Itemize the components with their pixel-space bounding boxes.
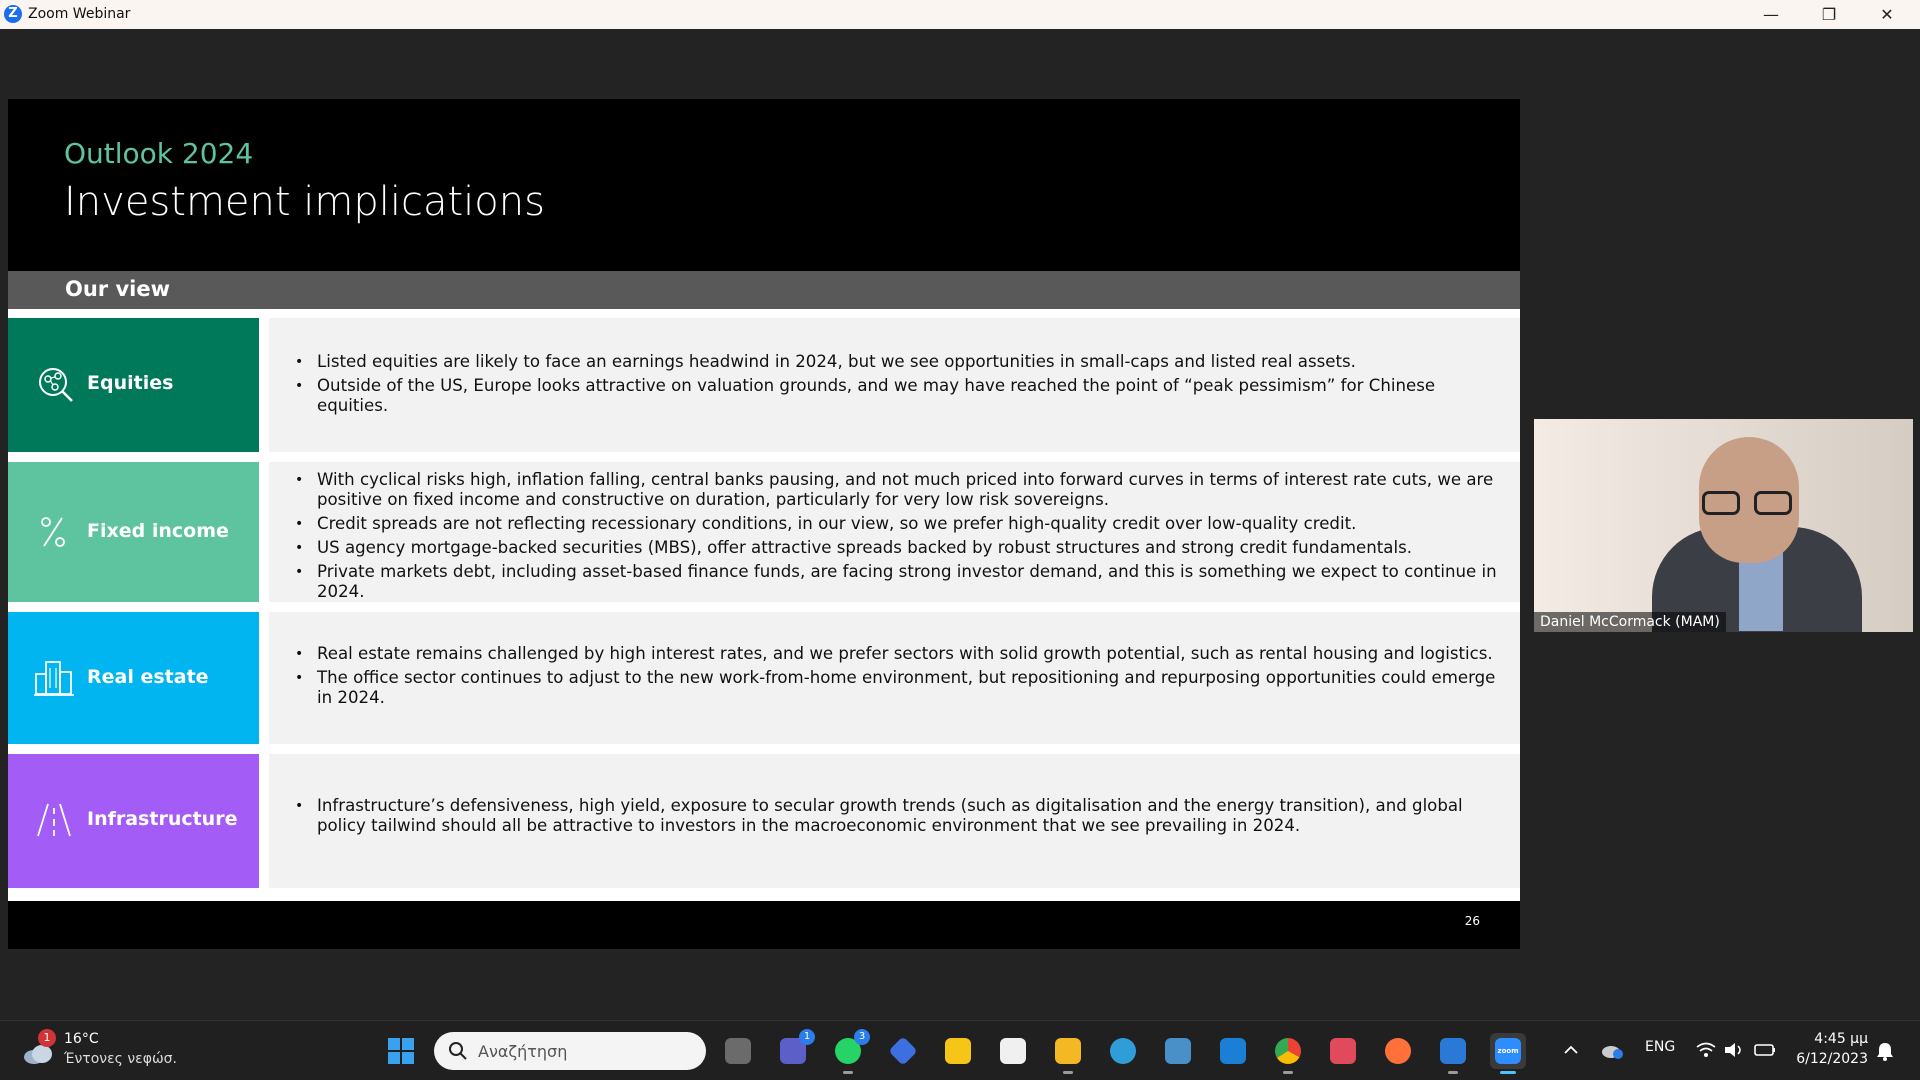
snipping-tool-icon[interactable] [1325, 1033, 1361, 1069]
row-equities: Equities Listed equities are likely to f… [8, 318, 1520, 452]
search-icon [449, 1042, 467, 1060]
row-real-estate: Real estate Real estate remains challeng… [8, 612, 1520, 744]
tile-label: Infrastructure [87, 808, 238, 830]
road-icon [37, 803, 71, 837]
tile-label: Fixed income [87, 520, 229, 542]
windows-taskbar: 1 16°C Έντονες νεφώσ. Αναζήτηση 1 3 zoom… [0, 1020, 1920, 1080]
chrome-icon[interactable] [1270, 1033, 1306, 1074]
clock-time: 4:45 μμ [1814, 1031, 1868, 1047]
document-app-icon[interactable] [1435, 1033, 1471, 1074]
speaker-glasses [1702, 491, 1796, 517]
window-title: Zoom Webinar [28, 6, 131, 22]
system-clock[interactable]: 4:45 μμ 6/12/2023 [1768, 1029, 1868, 1069]
bullet-text: Outside of the US, Europe looks attracti… [293, 376, 1498, 416]
globe-app-icon[interactable] [1105, 1033, 1141, 1069]
language-indicator[interactable]: ENG [1645, 1039, 1675, 1055]
equities-network-icon [39, 368, 73, 402]
onedrive-icon[interactable] [1600, 1039, 1624, 1061]
file-explorer-icon[interactable] [1050, 1033, 1086, 1074]
participant-name: Daniel McCormack (MAM) [1534, 612, 1726, 632]
slide-page-number: 26 [1464, 914, 1480, 928]
weather-desc: Έντονες νεφώσ. [64, 1051, 177, 1067]
restore-button[interactable]: ❐ [1800, 0, 1858, 29]
slide-header: Outlook 2024 Investment implications [8, 99, 1520, 271]
bullet-text: With cyclical risks high, inflation fall… [293, 470, 1498, 510]
participant-video[interactable]: Daniel McCormack (MAM) [1534, 419, 1913, 632]
tile-equities: Equities [8, 318, 259, 452]
slide-eyebrow: Outlook 2024 [64, 137, 254, 170]
sticky-notes-icon[interactable] [940, 1033, 976, 1069]
clock-date: 6/12/2023 [1796, 1051, 1868, 1067]
search-placeholder: Αναζήτηση [478, 1042, 568, 1061]
slide-title: Investment implications [64, 179, 545, 225]
notification-bell-icon[interactable] [1876, 1041, 1894, 1061]
buildings-icon [34, 661, 74, 696]
tile-fixed-income: Fixed income [8, 462, 259, 602]
tile-infrastructure: Infrastructure [8, 754, 259, 888]
teams-chat-icon[interactable]: 1 [775, 1029, 815, 1069]
bullet-text: US agency mortgage-backed securities (MB… [293, 538, 1498, 558]
row-body: With cyclical risks high, inflation fall… [269, 462, 1520, 602]
mail-icon[interactable] [1215, 1033, 1251, 1069]
firefox-icon[interactable] [1380, 1033, 1416, 1069]
row-body: Infrastructure’s defensiveness, high yie… [269, 754, 1520, 888]
shared-slide: Outlook 2024 Investment implications Our… [8, 99, 1520, 949]
zoom-app-icon: Z [4, 5, 22, 23]
bullet-text: Credit spreads are not reflecting recess… [293, 514, 1498, 534]
weather-temp: 16°C [64, 1031, 99, 1047]
tile-label: Equities [87, 372, 174, 394]
weather-widget[interactable]: 1 16°C Έντονες νεφώσ. [18, 1029, 218, 1073]
whatsapp-badge: 3 [854, 1029, 870, 1045]
bullet-text: Private markets debt, including asset-ba… [293, 562, 1498, 602]
copilot-icon[interactable] [885, 1033, 921, 1069]
percent-icon [41, 517, 65, 547]
calculator-icon[interactable] [1160, 1033, 1196, 1069]
row-fixed-income: Fixed income With cyclical risks high, i… [8, 462, 1520, 602]
volume-icon[interactable] [1723, 1041, 1745, 1059]
chevron-up-icon[interactable] [1563, 1043, 1579, 1057]
teams-badge: 1 [799, 1029, 815, 1045]
task-view-icon[interactable] [720, 1033, 756, 1069]
windows-logo-icon [388, 1038, 414, 1064]
zoom-icon-label: zoom [1495, 1038, 1521, 1064]
notepad-icon[interactable] [995, 1033, 1031, 1069]
weather-badge: 1 [38, 1029, 56, 1047]
tile-real-estate: Real estate [8, 612, 259, 744]
close-button[interactable]: ✕ [1858, 0, 1916, 29]
bullet-text: Listed equities are likely to face an ea… [293, 352, 1498, 372]
row-body: Listed equities are likely to face an ea… [269, 318, 1520, 452]
wifi-icon[interactable] [1695, 1041, 1717, 1059]
start-button[interactable] [383, 1033, 419, 1069]
taskbar-search[interactable]: Αναζήτηση [434, 1032, 706, 1070]
window-titlebar: Z Zoom Webinar — ❐ ✕ [0, 0, 1920, 29]
section-bar: Our view [8, 271, 1520, 309]
whatsapp-icon[interactable]: 3 [830, 1029, 870, 1074]
section-title: Our view [65, 277, 170, 301]
bullet-text: Real estate remains challenged by high i… [293, 644, 1498, 664]
minimize-button[interactable]: — [1742, 0, 1800, 29]
tile-label: Real estate [87, 666, 209, 688]
slide-table: Equities Listed equities are likely to f… [8, 309, 1520, 901]
bullet-text: The office sector continues to adjust to… [293, 668, 1498, 708]
row-body: Real estate remains challenged by high i… [269, 612, 1520, 744]
bullet-text: Infrastructure’s defensiveness, high yie… [293, 796, 1498, 836]
zoom-taskbar-icon[interactable]: zoom [1490, 1033, 1526, 1074]
row-infrastructure: Infrastructure Infrastructure’s defensiv… [8, 754, 1520, 888]
